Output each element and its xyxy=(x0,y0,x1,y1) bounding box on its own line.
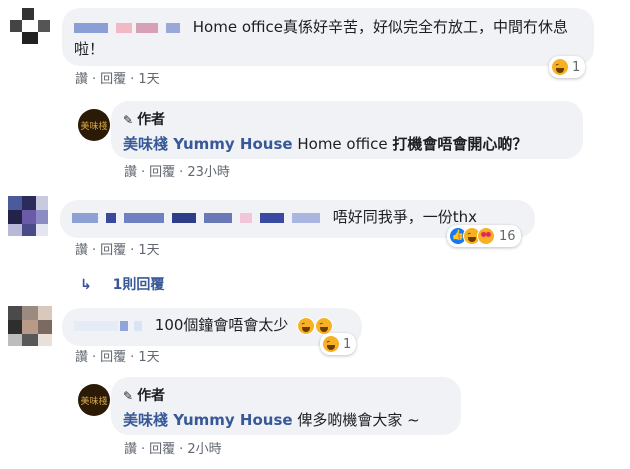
reaction-summary[interactable]: 1 xyxy=(549,56,586,78)
comment-bubble: 100個鐘會唔會太少 xyxy=(62,308,362,346)
replies-count-label: 1則回覆 xyxy=(112,277,165,293)
reaction-summary[interactable]: 1 xyxy=(320,333,357,355)
avatar[interactable] xyxy=(8,196,48,236)
redacted-username[interactable] xyxy=(72,212,98,223)
page-logo[interactable]: 美味棧 xyxy=(78,384,110,416)
author-name[interactable]: 美味棧 Yummy House xyxy=(123,411,293,429)
redacted-username[interactable] xyxy=(74,22,108,33)
reply-arrow-icon: ↳ xyxy=(80,277,92,293)
reply-button[interactable]: 回覆 xyxy=(100,72,126,87)
reply-button[interactable]: 回覆 xyxy=(100,243,126,258)
pencil-icon: ✎ xyxy=(123,389,134,403)
pixelated-avatar-image xyxy=(10,8,50,44)
timestamp[interactable]: 23小時 xyxy=(187,165,230,180)
author-badge: ✎ 作者 xyxy=(123,109,571,131)
haha-icon xyxy=(322,335,340,353)
author-tag-label: 作者 xyxy=(137,112,166,128)
reply-bubble: ✎ 作者 美味棧 Yummy House Home office 打機會唔會開心… xyxy=(111,101,583,159)
reaction-summary[interactable]: 👍 16 xyxy=(447,225,521,247)
comment-actions: 讚 · 回覆 · 1天 xyxy=(75,72,160,87)
pixelated-avatar-image xyxy=(8,306,52,346)
timestamp[interactable]: 1天 xyxy=(138,243,159,258)
page-logo[interactable]: 美味棧 xyxy=(78,109,110,141)
reaction-count: 16 xyxy=(499,228,516,244)
like-button[interactable]: 讚 xyxy=(75,350,88,365)
comment-bubble: Home office真係好辛苦，好似完全冇放工，中間冇休息啦！ xyxy=(62,8,594,66)
haha-emoji-icon xyxy=(315,316,334,335)
reply-bubble: ✎ 作者 美味棧 Yummy House 俾多啲機會大家 ~ xyxy=(111,377,461,435)
timestamp[interactable]: 1天 xyxy=(138,350,159,365)
author-tag-label: 作者 xyxy=(137,388,166,404)
haha-icon xyxy=(551,58,569,76)
reply-text: 打機會唔會開心啲？ xyxy=(392,135,528,153)
like-button[interactable]: 讚 xyxy=(124,442,137,457)
reply-button[interactable]: 回覆 xyxy=(149,165,175,180)
like-button[interactable]: 讚 xyxy=(124,165,137,180)
reply-2: 美味棧 ✎ 作者 美味棧 Yummy House 俾多啲機會大家 ~ 讚 · 回覆 ·… xyxy=(0,375,630,469)
reply-button[interactable]: 回覆 xyxy=(100,350,126,365)
timestamp[interactable]: 1天 xyxy=(138,72,159,87)
reaction-count: 1 xyxy=(572,59,581,75)
avatar[interactable] xyxy=(10,8,50,44)
pencil-icon: ✎ xyxy=(123,113,134,127)
like-button[interactable]: 讚 xyxy=(75,72,88,87)
reply-button[interactable]: 回覆 xyxy=(149,442,175,457)
logo-text: 美味棧 xyxy=(80,121,108,132)
timestamp[interactable]: 2小時 xyxy=(187,442,221,457)
redacted-username[interactable] xyxy=(74,320,118,331)
comment-3: 100個鐘會唔會太少 讚 · 回覆 · 1天 1 xyxy=(0,300,630,375)
comment-actions: 讚 · 回覆 · 1天 xyxy=(75,350,160,365)
author-badge: ✎ 作者 xyxy=(123,385,449,407)
reaction-count: 1 xyxy=(343,336,352,352)
reply-text: 俾多啲機會大家 ~ xyxy=(297,411,420,429)
reply-mention: Home office xyxy=(297,135,393,153)
haha-emoji-icon xyxy=(297,316,316,335)
comment-text: 唔好同我爭，一份thx xyxy=(332,208,478,226)
pixelated-avatar-image xyxy=(8,196,48,236)
reply-actions: 讚 · 回覆 · 2小時 xyxy=(124,442,222,457)
comment-actions: 讚 · 回覆 · 1天 xyxy=(75,243,160,258)
view-replies-link[interactable]: ↳ 1則回覆 xyxy=(80,274,164,294)
comment-1: Home office真係好辛苦，好似完全冇放工，中間冇休息啦！ 讚 · 回覆 · 1天… xyxy=(0,0,630,95)
like-button[interactable]: 讚 xyxy=(75,243,88,258)
reply-1: 美味棧 ✎ 作者 美味棧 Yummy House Home office 打機會… xyxy=(0,95,630,185)
reply-actions: 讚 · 回覆 · 23小時 xyxy=(124,165,230,180)
love-face-icon xyxy=(477,227,495,245)
comment-text: 100個鐘會唔會太少 xyxy=(154,316,289,334)
avatar[interactable] xyxy=(8,306,52,346)
author-name[interactable]: 美味棧 Yummy House xyxy=(123,135,293,153)
comment-2: 唔好同我爭，一份thx 讚 · 回覆 · 1天 👍 16 ↳ 1則回覆 xyxy=(0,190,630,295)
logo-text: 美味棧 xyxy=(80,396,108,407)
